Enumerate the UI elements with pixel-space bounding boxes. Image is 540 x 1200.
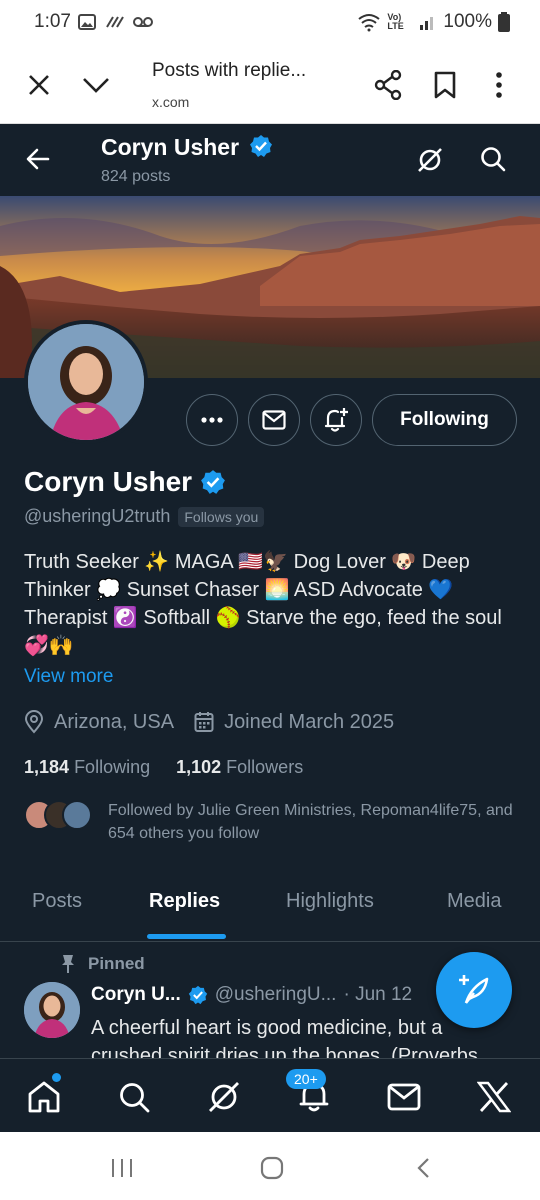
home-button-icon[interactable] [260, 1156, 284, 1180]
followers-label: Followers [226, 757, 304, 777]
envelope-icon [387, 1083, 421, 1111]
location-pin-icon [24, 710, 44, 734]
following-label: Following [74, 757, 151, 777]
profile-bio: Truth Seeker ✨ MAGA 🇺🇸🦅 Dog Lover 🐶 Deep… [24, 551, 502, 657]
profile-tabs: Posts Replies Highlights Media [0, 868, 540, 942]
nav-grok[interactable] [204, 1077, 244, 1117]
active-tab-indicator [147, 934, 226, 939]
tweet-handle: @usheringU... [214, 984, 337, 1005]
view-more-link[interactable]: View more [24, 666, 113, 688]
grok-icon [209, 1082, 239, 1112]
verified-badge-icon [250, 135, 273, 157]
profile-handle-row: @usheringU2truth Follows you [24, 506, 265, 527]
search-icon[interactable] [480, 146, 506, 172]
followers-count-link[interactable]: 1,102 Followers [176, 757, 303, 778]
follow-counts: 1,184 Following 1,102 Followers [24, 757, 303, 778]
grok-icon[interactable] [416, 146, 444, 174]
status-right: Vo) LTE 100% [357, 11, 510, 33]
battery-icon [498, 12, 510, 32]
nav-search[interactable] [114, 1077, 154, 1117]
signal-activity-icon [106, 16, 124, 28]
back-arrow-icon[interactable] [26, 148, 50, 170]
bell-plus-icon [324, 408, 348, 432]
status-time: 1:07 [34, 11, 71, 32]
pinned-label: Pinned [88, 954, 145, 973]
voicemail-icon [133, 17, 153, 27]
more-vertical-icon[interactable] [495, 72, 503, 98]
notify-button[interactable] [310, 394, 362, 446]
page-title: Posts with replie... [152, 60, 307, 81]
android-nav-bar [0, 1132, 540, 1200]
header-name-row: Coryn Usher [101, 134, 273, 161]
nav-messages[interactable] [384, 1077, 424, 1117]
home-unread-dot [52, 1073, 61, 1082]
envelope-icon [262, 410, 286, 430]
battery-percent: 100% [443, 11, 492, 32]
bottom-navigation: 20+ [0, 1058, 540, 1132]
recent-apps-icon[interactable] [111, 1158, 133, 1178]
compose-button[interactable] [436, 952, 512, 1028]
pin-icon [62, 955, 74, 973]
back-icon[interactable] [416, 1157, 430, 1179]
tweet-header: Coryn U... @usheringU... · Jun 12 [91, 984, 412, 1006]
x-logo-icon [477, 1081, 511, 1113]
compose-feather-icon [459, 975, 489, 1004]
status-notification-icons [78, 14, 154, 30]
chevron-down-icon[interactable] [82, 76, 110, 94]
browser-toolbar: Posts with replie... x.com [0, 44, 540, 124]
bookmark-icon[interactable] [434, 71, 456, 99]
profile-top-bar: Coryn Usher 824 posts [0, 124, 540, 196]
network-label: Vo) LTE [387, 12, 404, 31]
tweet-text[interactable]: A cheerful heart is good medicine, but a… [91, 1014, 511, 1058]
more-options-button[interactable] [186, 394, 238, 446]
home-icon [28, 1081, 60, 1113]
profile-name: Coryn Usher [24, 466, 193, 497]
gallery-icon [78, 14, 96, 30]
followers-count: 1,102 [176, 757, 222, 777]
tab-highlights[interactable]: Highlights [286, 890, 374, 913]
post-count: 824 posts [101, 168, 171, 185]
message-button[interactable] [248, 394, 300, 446]
profile-meta: Arizona, USA Joined March 2025 [24, 710, 394, 734]
tweet-author[interactable]: Coryn U... [91, 984, 181, 1006]
profile-handle: @usheringU2truth [24, 506, 171, 526]
header-name: Coryn Usher [101, 134, 240, 160]
verified-badge-icon [201, 470, 225, 494]
tab-posts[interactable]: Posts [32, 890, 82, 913]
following-count: 1,184 [24, 757, 70, 777]
tab-replies[interactable]: Replies [149, 890, 220, 913]
profile-avatar[interactable] [24, 320, 148, 444]
close-icon[interactable] [28, 74, 50, 96]
profile-location: Arizona, USA [54, 710, 175, 733]
tab-media[interactable]: Media [447, 890, 501, 913]
wifi-icon [358, 14, 381, 32]
calendar-icon [194, 712, 214, 732]
profile-name-row: Coryn Usher [24, 466, 226, 498]
notifications-badge: 20+ [286, 1069, 326, 1089]
following-count-link[interactable]: 1,184 Following [24, 757, 150, 778]
tweet-date: · Jun 12 [343, 984, 413, 1005]
follows-you-badge: Follows you [178, 506, 265, 527]
page-url[interactable]: x.com [152, 94, 189, 110]
nav-x[interactable] [474, 1077, 514, 1117]
cell-signal-icon [420, 17, 434, 30]
verified-badge-icon [188, 985, 207, 1005]
mutual-avatar [62, 800, 92, 830]
tweet-avatar[interactable] [24, 982, 80, 1038]
more-horizontal-icon [201, 417, 223, 423]
followed-by-text[interactable]: Followed by Julie Green Ministries, Repo… [108, 799, 518, 845]
share-icon[interactable] [374, 70, 402, 100]
nav-home[interactable] [24, 1077, 64, 1117]
search-icon [120, 1083, 150, 1113]
following-button[interactable]: Following [372, 394, 517, 446]
status-bar: 1:07 Vo) LTE 100% [0, 0, 540, 44]
profile-joined: Joined March 2025 [224, 710, 395, 733]
pinned-label-row: Pinned [60, 954, 145, 974]
